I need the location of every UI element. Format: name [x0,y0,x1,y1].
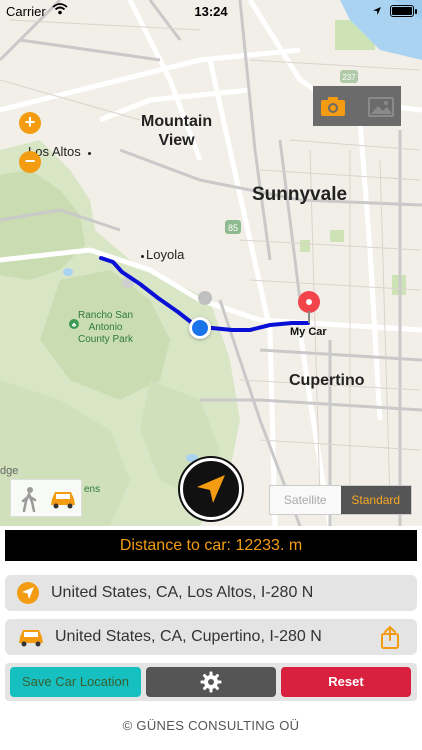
gear-icon [200,671,222,693]
map-label-rancho-park: Rancho San Antonio County Park [78,310,134,345]
map-label-loyola: Loyola [146,247,185,262]
navigation-arrow-icon [197,475,225,503]
map-type-selector: Satellite Standard [269,485,412,515]
car-address-row: United States, CA, Cupertino, I-280 N [5,619,417,655]
location-icon [17,582,41,604]
current-address-text: United States, CA, Los Altos, I-280 N [51,584,314,601]
car-mode-icon[interactable] [49,489,77,509]
gallery-icon[interactable] [366,92,396,120]
current-address-row: United States, CA, Los Altos, I-280 N [5,575,417,611]
footer-copyright: © GÜNES CONSULTING OÜ [122,718,300,733]
zoom-in-button[interactable]: + [19,112,41,134]
map-background: 85 237 ♣ [0,0,422,526]
action-bar: Save Car Location Reset [5,663,417,701]
svg-text:♣: ♣ [72,322,77,329]
battery-icon [390,5,414,17]
camera-icon[interactable] [318,92,348,120]
reset-button[interactable]: Reset [281,667,411,697]
map-label-edge: dge [0,465,19,477]
distance-to-car: Distance to car: 12233. m [5,530,417,561]
my-car-label: My Car [290,326,327,338]
car-location-pin[interactable] [296,290,322,324]
map-view[interactable]: 85 237 ♣ Mountain View Los Altos Sunnyva… [0,0,422,526]
location-arrow-icon [372,4,382,19]
status-bar: Carrier 13:24 [0,0,422,22]
settings-button[interactable] [146,667,276,697]
zoom-out-button[interactable]: − [19,151,41,173]
map-label-edge-2: ens [84,484,101,495]
transport-mode-selector [10,479,82,517]
save-car-location-button[interactable]: Save Car Location [10,667,141,697]
map-label-cupertino: Cupertino [289,372,365,389]
navigate-button[interactable] [180,458,242,520]
walking-icon[interactable] [17,486,41,513]
map-type-satellite[interactable]: Satellite [270,486,341,514]
place-dot-los-altos [88,152,91,155]
car-address-text: United States, CA, Cupertino, I-280 N [55,628,322,645]
map-label-mountain-view: Mountain View [141,113,213,149]
car-icon [17,626,45,648]
battery-tip [415,9,417,14]
current-location-dot [189,317,211,339]
media-toolbar [313,86,401,126]
status-time: 13:24 [194,4,228,19]
map-type-standard[interactable]: Standard [340,486,411,514]
svg-text:237: 237 [342,73,356,82]
highway-85-shield: 85 [228,223,238,233]
place-dot-loyola [141,255,144,258]
map-label-sunnyvale: Sunnyvale [252,184,348,205]
share-icon[interactable] [379,625,401,649]
